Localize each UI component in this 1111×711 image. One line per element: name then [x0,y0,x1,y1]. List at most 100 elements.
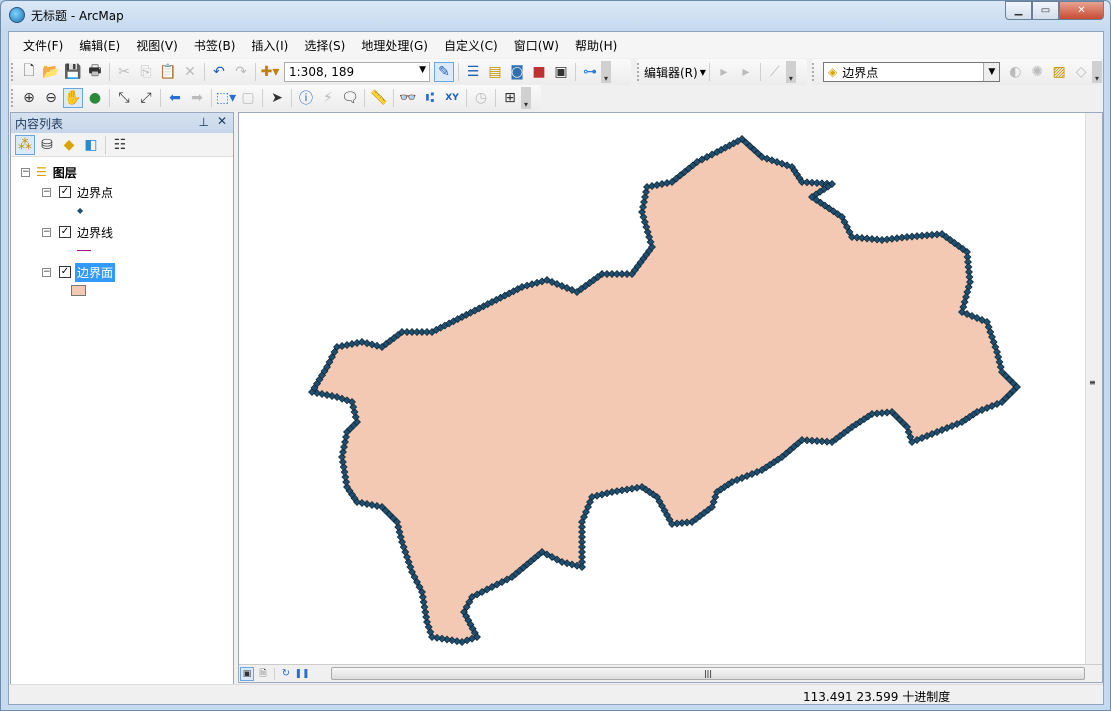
toolbar-options-icon[interactable]: ▾ [601,61,611,83]
brightness-icon[interactable]: ✺ [1027,62,1047,82]
pan-hand-icon[interactable]: ✋ [63,88,83,108]
open-icon[interactable]: 📂 [41,62,61,82]
map-scale-combobox[interactable]: 1:308, 189▼ [284,62,430,82]
boundary-polygon[interactable] [312,139,1017,642]
python-icon[interactable]: ▣ [551,62,571,82]
print-icon[interactable]: 🖶 [85,62,105,82]
map-canvas[interactable] [239,113,1085,665]
go-to-xy-icon[interactable]: XY [442,88,462,108]
arcmap-window: 无标题 - ArcMap ▁ ▭ ✕ 文件(F) 编辑(E) 视图(V) 书签(… [0,0,1111,711]
copy-icon[interactable]: ⎘ [136,62,156,82]
layer-select-combobox[interactable]: ◈ 边界点 ▼ [823,62,1000,82]
full-extent-globe-icon[interactable]: ● [85,88,105,108]
cut-icon[interactable]: ✂ [114,62,134,82]
edit-annotation-icon[interactable]: ▸ [736,62,756,82]
chevron-down-icon[interactable]: ▼ [983,63,999,81]
menu-windows[interactable]: 窗口(W) [506,37,567,54]
chevron-down-icon[interactable]: ▼ [419,65,426,75]
vertical-scrollbar[interactable]: ≡ [1085,113,1102,665]
clear-selection-icon[interactable]: ▢ [238,88,258,108]
add-data-icon[interactable]: ✚▾ [260,62,280,82]
menu-help[interactable]: 帮助(H) [567,37,625,54]
arctoolbox-icon[interactable]: ■ [529,62,549,82]
edit-tool-icon[interactable]: ▸ [714,62,734,82]
layers-root[interactable]: 图层 [51,163,79,182]
fixed-zoom-out-icon[interactable]: ⤢ [136,88,156,108]
toolbar-options-icon[interactable]: ▾ [786,61,796,83]
undo-icon[interactable]: ↶ [209,62,229,82]
options-icon[interactable]: ☷ [110,135,130,155]
hyperlink-icon[interactable]: ⚡ [318,88,338,108]
layer-name[interactable]: 边界点 [75,183,115,202]
menu-file[interactable]: 文件(F) [15,37,71,54]
toolbar-options-icon[interactable]: ▾ [521,87,531,109]
menu-edit[interactable]: 编辑(E) [71,37,128,54]
catalog-icon[interactable]: ▤ [485,62,505,82]
measure-icon[interactable]: 📏 [369,88,389,108]
straight-segment-icon[interactable]: ⟋ [765,62,785,82]
forward-arrow-icon[interactable]: ➡ [187,88,207,108]
swipe-icon[interactable]: ▨ [1049,62,1069,82]
layer-name[interactable]: 边界线 [75,223,115,242]
status-bar: 113.491 23.599 十进制度 [9,684,1103,704]
fixed-zoom-in-icon[interactable]: ⤡ [114,88,134,108]
menu-insert[interactable]: 插入(I) [243,37,296,54]
cursor-coordinates: 113.491 23.599 十进制度 [803,688,950,705]
layer-visibility-checkbox[interactable]: ✓ [59,226,71,238]
line-symbol-icon[interactable] [77,250,91,251]
collapse-icon[interactable]: − [21,168,30,177]
layer-name[interactable]: 边界面 [75,263,115,282]
zoom-in-icon[interactable]: ⊕ [19,88,39,108]
close-button[interactable]: ✕ [1059,1,1104,20]
collapse-icon[interactable]: − [42,228,51,237]
editor-menu[interactable]: 编辑器(R) [644,64,698,81]
collapse-icon[interactable]: − [42,188,51,197]
paste-icon[interactable]: 📋 [158,62,178,82]
layer-visibility-checkbox[interactable]: ✓ [59,266,71,278]
pause-drawing-icon[interactable]: ❚❚ [295,667,309,681]
menu-customize[interactable]: 自定义(C) [436,37,506,54]
menu-bookmarks[interactable]: 书签(B) [186,37,244,54]
pin-icon[interactable]: ⊥ [199,115,209,129]
delete-icon[interactable]: ✕ [180,62,200,82]
new-document-icon[interactable]: 🗋 [19,62,39,82]
magnifier-window-icon[interactable]: ⊞ [500,88,520,108]
search-window-icon[interactable]: ◙ [507,62,527,82]
contrast-icon[interactable]: ◐ [1005,62,1025,82]
zoom-out-icon[interactable]: ⊖ [41,88,61,108]
point-symbol-icon[interactable]: ◆ [77,206,83,215]
list-by-selection-icon[interactable]: ◧ [81,135,101,155]
menu-geoprocessing[interactable]: 地理处理(G) [353,37,436,54]
horizontal-scrollbar[interactable]: ||| [331,667,1085,680]
flicker-icon[interactable]: ◇ [1071,62,1091,82]
model-builder-icon[interactable]: ⊶ [580,62,600,82]
find-route-icon[interactable]: ⑆ [420,88,440,108]
find-binoculars-icon[interactable]: 👓 [398,88,418,108]
back-arrow-icon[interactable]: ⬅ [165,88,185,108]
layout-view-icon[interactable]: 🗎 [256,667,270,681]
html-popup-icon[interactable]: 🗨 [340,88,360,108]
list-by-source-icon[interactable]: ⛁ [37,135,57,155]
maximize-button[interactable]: ▭ [1032,1,1059,20]
select-features-icon[interactable]: ⬚▾ [216,88,236,108]
layer-visibility-checkbox[interactable]: ✓ [59,186,71,198]
menu-view[interactable]: 视图(V) [128,37,186,54]
editor-toolbar-icon[interactable]: ✎ [434,62,454,82]
identify-icon[interactable]: ⓘ [296,88,316,108]
save-icon[interactable]: 💾 [63,62,83,82]
menu-selection[interactable]: 选择(S) [296,37,353,54]
close-icon[interactable]: ✕ [217,114,227,128]
time-slider-icon[interactable]: ◷ [471,88,491,108]
list-by-drawing-order-icon[interactable]: ⁂ [15,135,35,155]
minimize-button[interactable]: ▁ [1005,1,1032,20]
list-by-visibility-icon[interactable]: ◆ [59,135,79,155]
polygon-symbol-icon[interactable] [71,285,86,296]
select-elements-arrow-icon[interactable]: ➤ [267,88,287,108]
data-view-icon[interactable]: ▣ [240,667,254,681]
toolbar-options-icon[interactable]: ▾ [1092,61,1102,83]
redo-icon[interactable]: ↷ [231,62,251,82]
map-view[interactable]: ≡ ▣ 🗎 ↻ ❚❚ ||| [238,112,1103,683]
collapse-icon[interactable]: − [42,268,51,277]
refresh-icon[interactable]: ↻ [279,667,293,681]
table-of-contents-icon[interactable]: ☰ [463,62,483,82]
